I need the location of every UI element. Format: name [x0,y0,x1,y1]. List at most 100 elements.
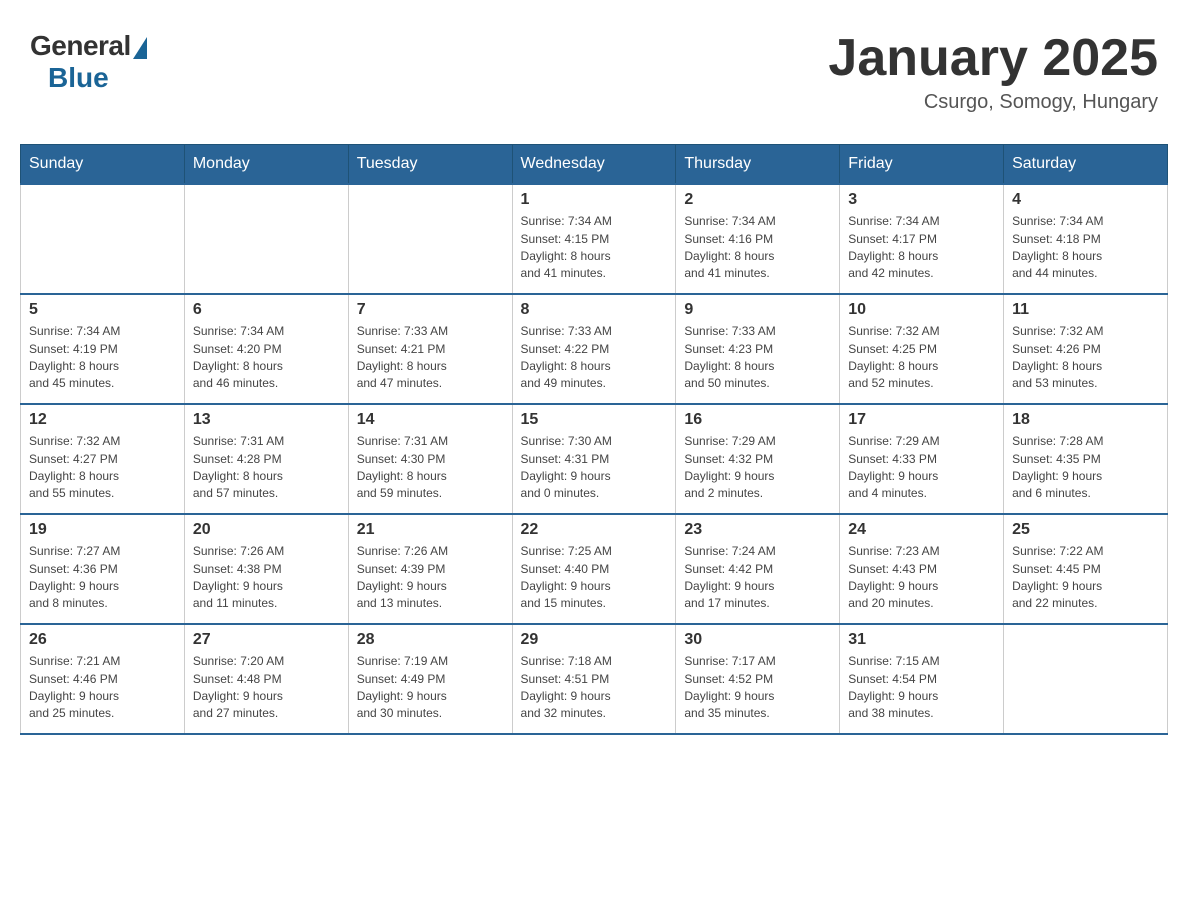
logo-blue-text: Blue [48,62,109,94]
day-number: 18 [1012,411,1159,429]
weekday-header-wednesday: Wednesday [512,145,676,185]
calendar-cell: 26 Sunrise: 7:21 AM Sunset: 4:46 PM Dayli… [21,624,185,734]
day-info: Sunrise: 7:18 AM Sunset: 4:51 PM Dayligh… [521,653,668,723]
day-number: 7 [357,301,504,319]
day-number: 11 [1012,301,1159,319]
day-info: Sunrise: 7:30 AM Sunset: 4:31 PM Dayligh… [521,433,668,503]
day-info: Sunrise: 7:23 AM Sunset: 4:43 PM Dayligh… [848,543,995,613]
day-number: 25 [1012,521,1159,539]
day-number: 31 [848,631,995,649]
weekday-header-thursday: Thursday [676,145,840,185]
calendar-cell: 18 Sunrise: 7:28 AM Sunset: 4:35 PM Dayli… [1004,404,1168,514]
day-info: Sunrise: 7:32 AM Sunset: 4:27 PM Dayligh… [29,433,176,503]
calendar-cell: 22Sunrise: 7:25 AM Sunset: 4:40 PM Dayli… [512,514,676,624]
calendar-cell [1004,624,1168,734]
logo: General Blue [30,30,147,94]
day-info: Sunrise: 7:24 AM Sunset: 4:42 PM Dayligh… [684,543,831,613]
calendar-cell [184,184,348,294]
calendar-cell: 23 Sunrise: 7:24 AM Sunset: 4:42 PM Dayli… [676,514,840,624]
day-number: 9 [684,301,831,319]
day-info: Sunrise: 7:15 AM Sunset: 4:54 PM Dayligh… [848,653,995,723]
title-section: January 2025 Csurgo, Somogy, Hungary [828,30,1158,114]
calendar-cell: 29 Sunrise: 7:18 AM Sunset: 4:51 PM Dayli… [512,624,676,734]
calendar-cell: 25 Sunrise: 7:22 AM Sunset: 4:45 PM Dayli… [1004,514,1168,624]
day-number: 17 [848,411,995,429]
day-info: Sunrise: 7:29 AM Sunset: 4:32 PM Dayligh… [684,433,831,503]
calendar-cell: 11 Sunrise: 7:32 AM Sunset: 4:26 PM Dayli… [1004,294,1168,404]
calendar-cell: 28 Sunrise: 7:19 AM Sunset: 4:49 PM Dayli… [348,624,512,734]
day-info: Sunrise: 7:28 AM Sunset: 4:35 PM Dayligh… [1012,433,1159,503]
day-number: 12 [29,411,176,429]
day-number: 26 [29,631,176,649]
calendar-week-row: 26 Sunrise: 7:21 AM Sunset: 4:46 PM Dayli… [21,624,1168,734]
weekday-header-monday: Monday [184,145,348,185]
day-number: 15 [521,411,668,429]
calendar-cell: 17 Sunrise: 7:29 AM Sunset: 4:33 PM Dayli… [840,404,1004,514]
calendar-cell: 10Sunrise: 7:32 AM Sunset: 4:25 PM Dayli… [840,294,1004,404]
calendar-cell: 13Sunrise: 7:31 AM Sunset: 4:28 PM Dayli… [184,404,348,514]
day-number: 8 [521,301,668,319]
day-info: Sunrise: 7:19 AM Sunset: 4:49 PM Dayligh… [357,653,504,723]
day-number: 14 [357,411,504,429]
calendar-cell: 31 Sunrise: 7:15 AM Sunset: 4:54 PM Dayli… [840,624,1004,734]
day-info: Sunrise: 7:27 AM Sunset: 4:36 PM Dayligh… [29,543,176,613]
day-number: 21 [357,521,504,539]
day-number: 20 [193,521,340,539]
day-info: Sunrise: 7:29 AM Sunset: 4:33 PM Dayligh… [848,433,995,503]
day-number: 27 [193,631,340,649]
logo-general-text: General [30,30,131,62]
day-info: Sunrise: 7:20 AM Sunset: 4:48 PM Dayligh… [193,653,340,723]
calendar-cell: 5 Sunrise: 7:34 AM Sunset: 4:19 PM Daylig… [21,294,185,404]
day-number: 29 [521,631,668,649]
day-number: 28 [357,631,504,649]
day-number: 1 [521,191,668,209]
weekday-header-saturday: Saturday [1004,145,1168,185]
logo-triangle-icon [133,37,147,59]
day-info: Sunrise: 7:26 AM Sunset: 4:39 PM Dayligh… [357,543,504,613]
calendar-cell: 8 Sunrise: 7:33 AM Sunset: 4:22 PM Daylig… [512,294,676,404]
calendar-week-row: 19 Sunrise: 7:27 AM Sunset: 4:36 PM Dayli… [21,514,1168,624]
calendar-cell: 20 Sunrise: 7:26 AM Sunset: 4:38 PM Dayli… [184,514,348,624]
calendar-cell: 15 Sunrise: 7:30 AM Sunset: 4:31 PM Dayli… [512,404,676,514]
calendar-table: SundayMondayTuesdayWednesdayThursdayFrid… [20,144,1168,735]
calendar-cell: 14Sunrise: 7:31 AM Sunset: 4:30 PM Dayli… [348,404,512,514]
calendar-cell: 21 Sunrise: 7:26 AM Sunset: 4:39 PM Dayli… [348,514,512,624]
calendar-week-row: 1Sunrise: 7:34 AM Sunset: 4:15 PM Daylig… [21,184,1168,294]
calendar-cell: 27 Sunrise: 7:20 AM Sunset: 4:48 PM Dayli… [184,624,348,734]
day-info: Sunrise: 7:31 AM Sunset: 4:28 PM Dayligh… [193,433,340,503]
day-info: Sunrise: 7:32 AM Sunset: 4:26 PM Dayligh… [1012,323,1159,393]
day-info: Sunrise: 7:34 AM Sunset: 4:16 PM Dayligh… [684,213,831,283]
day-info: Sunrise: 7:21 AM Sunset: 4:46 PM Dayligh… [29,653,176,723]
day-number: 2 [684,191,831,209]
day-info: Sunrise: 7:33 AM Sunset: 4:21 PM Dayligh… [357,323,504,393]
day-info: Sunrise: 7:25 AM Sunset: 4:40 PM Dayligh… [521,543,668,613]
calendar-cell: 24Sunrise: 7:23 AM Sunset: 4:43 PM Dayli… [840,514,1004,624]
day-number: 19 [29,521,176,539]
calendar-cell: 3Sunrise: 7:34 AM Sunset: 4:17 PM Daylig… [840,184,1004,294]
day-number: 5 [29,301,176,319]
day-number: 4 [1012,191,1159,209]
day-info: Sunrise: 7:33 AM Sunset: 4:23 PM Dayligh… [684,323,831,393]
day-info: Sunrise: 7:34 AM Sunset: 4:18 PM Dayligh… [1012,213,1159,283]
day-info: Sunrise: 7:26 AM Sunset: 4:38 PM Dayligh… [193,543,340,613]
calendar-cell: 6 Sunrise: 7:34 AM Sunset: 4:20 PM Daylig… [184,294,348,404]
day-info: Sunrise: 7:34 AM Sunset: 4:17 PM Dayligh… [848,213,995,283]
calendar-week-row: 12 Sunrise: 7:32 AM Sunset: 4:27 PM Dayli… [21,404,1168,514]
day-info: Sunrise: 7:34 AM Sunset: 4:19 PM Dayligh… [29,323,176,393]
day-info: Sunrise: 7:34 AM Sunset: 4:20 PM Dayligh… [193,323,340,393]
calendar-cell: 1Sunrise: 7:34 AM Sunset: 4:15 PM Daylig… [512,184,676,294]
calendar-body: 1Sunrise: 7:34 AM Sunset: 4:15 PM Daylig… [21,184,1168,734]
day-number: 6 [193,301,340,319]
calendar-header: SundayMondayTuesdayWednesdayThursdayFrid… [21,145,1168,185]
day-number: 23 [684,521,831,539]
calendar-cell [348,184,512,294]
day-info: Sunrise: 7:17 AM Sunset: 4:52 PM Dayligh… [684,653,831,723]
calendar-cell: 4 Sunrise: 7:34 AM Sunset: 4:18 PM Daylig… [1004,184,1168,294]
day-info: Sunrise: 7:33 AM Sunset: 4:22 PM Dayligh… [521,323,668,393]
month-title: January 2025 [828,30,1158,87]
calendar-cell [21,184,185,294]
page-header: General Blue January 2025 Csurgo, Somogy… [20,20,1168,124]
day-info: Sunrise: 7:22 AM Sunset: 4:45 PM Dayligh… [1012,543,1159,613]
day-number: 30 [684,631,831,649]
calendar-cell: 2 Sunrise: 7:34 AM Sunset: 4:16 PM Daylig… [676,184,840,294]
